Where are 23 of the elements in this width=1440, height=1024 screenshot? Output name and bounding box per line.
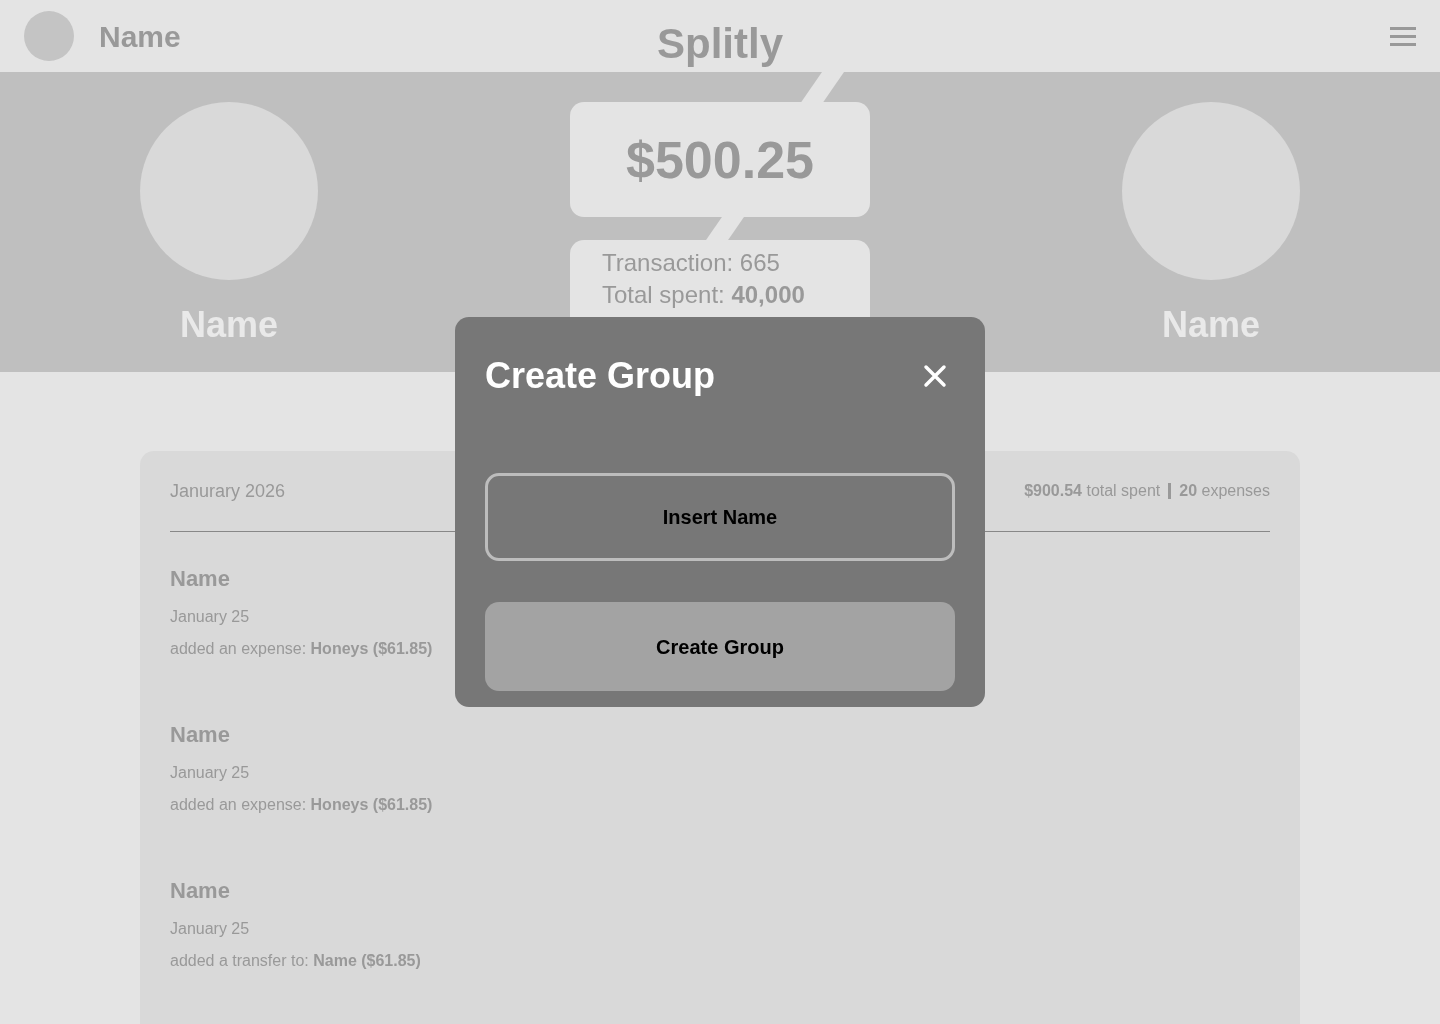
total-spent: $900.54 total spent [1024, 481, 1161, 501]
user-name: Name [99, 18, 181, 55]
menu-icon[interactable] [1390, 25, 1416, 47]
activity-name: Name [170, 721, 230, 749]
name-input[interactable]: Insert Name [485, 473, 955, 561]
stat-text: Transaction: 665 [602, 250, 781, 276]
activity-date: January 25 [170, 607, 250, 627]
app-title: Splitly [657, 19, 783, 69]
create-group-button[interactable]: Create Group [485, 602, 955, 691]
activity-date: January 25 [170, 919, 250, 939]
dialog-title: Create Group [485, 354, 716, 398]
activity-date: January 25 [170, 763, 250, 783]
activity-description: added a transfer to: Name ($61.85) [170, 951, 421, 971]
activity-description: added an expense: Honeys ($61.85) [170, 795, 433, 815]
month-label: Janurary 2026 [170, 479, 286, 503]
expense-count: 20 expenses [1179, 481, 1270, 501]
activity-name: Name [170, 565, 230, 593]
activity-description: added an expense: Honeys ($61.85) [170, 639, 433, 659]
activity-name: Name [170, 877, 230, 905]
close-icon[interactable] [923, 364, 947, 388]
balance-amount: $500.25 [626, 129, 814, 191]
avatar[interactable] [24, 11, 74, 61]
stat-text: Total spent: 40,000 [602, 282, 806, 308]
